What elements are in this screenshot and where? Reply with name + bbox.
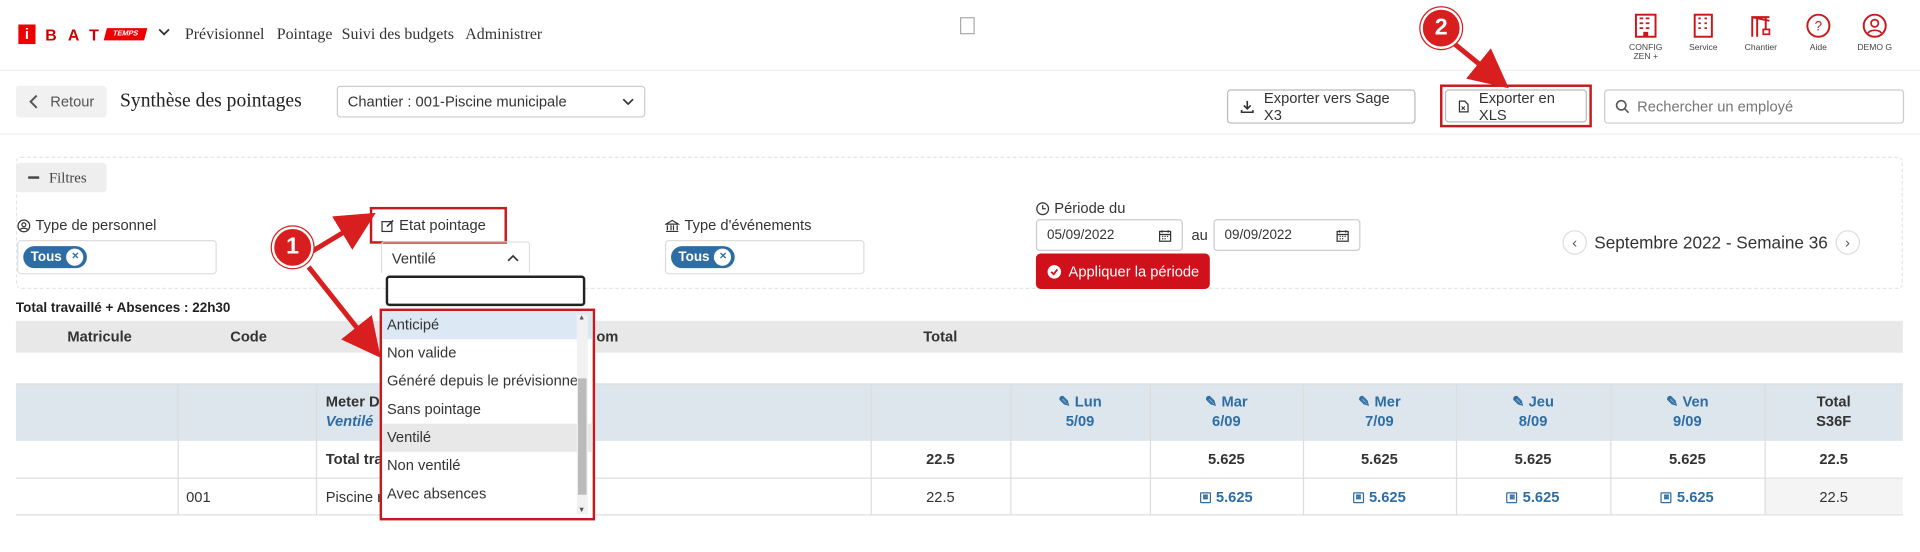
annotation-arrows xyxy=(306,42,1509,358)
annotation-badge-1: 1 xyxy=(271,226,314,269)
arrow-1a xyxy=(307,212,376,256)
arrow-1b xyxy=(306,265,381,358)
arrow-2 xyxy=(1453,42,1509,89)
annotation-badge-2: 2 xyxy=(1420,7,1463,49)
